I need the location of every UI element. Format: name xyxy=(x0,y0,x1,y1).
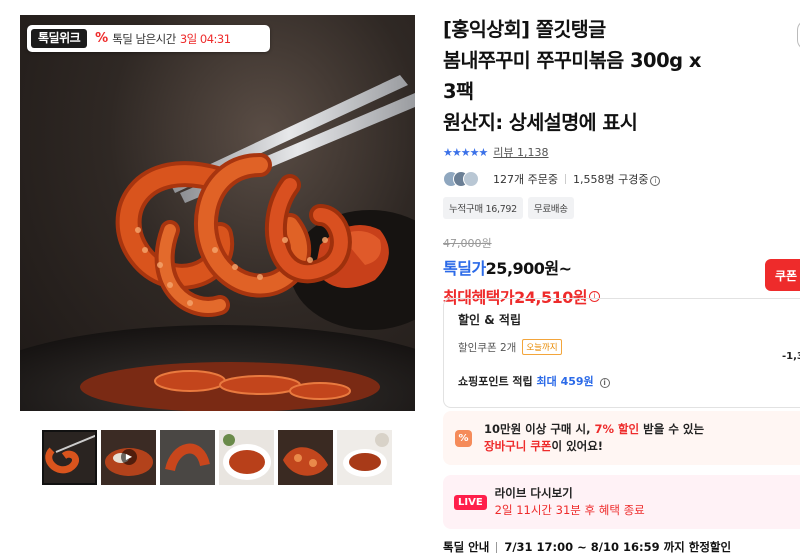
thumbnail-image xyxy=(219,430,274,485)
ordering-count: 127개 주문중 xyxy=(493,173,558,186)
promo-cart-coupon: 장바구니 쿠폰 xyxy=(484,439,552,453)
tag-cumulative-purchase: 누적구매 16,792 xyxy=(443,197,523,219)
point-label: 쇼핑포인트 적립 xyxy=(458,375,533,388)
live-badge: LIVE xyxy=(454,494,487,510)
info-icon[interactable]: i xyxy=(599,378,610,388)
deal-price-label: 톡딜가 xyxy=(443,259,486,278)
live-title: 라이브 다시보기 xyxy=(494,486,573,500)
live-benefit-countdown: 2일 11시간 31분 후 혜택 종료 xyxy=(494,503,645,517)
deal-price-row: 톡딜가 25,900원~ xyxy=(443,255,800,279)
discount-box-title: 할인 & 적립 xyxy=(458,313,521,327)
play-icon: ▶ xyxy=(121,449,137,465)
buyer-avatars xyxy=(443,171,479,187)
review-count-link[interactable]: 리뷰 1,138 xyxy=(493,144,548,160)
coupon-row[interactable]: 할인쿠폰 2개 오늘까지 xyxy=(458,339,800,355)
promo-text-part: 이 있어요! xyxy=(551,439,604,453)
rating-row: ★★★★★ 리뷰 1,138 xyxy=(443,144,800,160)
coupon-discount-amount: -1,3 xyxy=(782,351,800,362)
thumbnail-3[interactable] xyxy=(160,430,215,485)
thumbnail-strip: ▶ xyxy=(42,430,392,485)
product-origin: 원산지: 상세설명에 표시 xyxy=(443,111,638,134)
product-info-panel: [홍익상회] 쫄깃탱글 봄내쭈꾸미 쭈꾸미볶음 300g x 3팩 원산지: 상… xyxy=(443,14,800,554)
discount-points-box: 할인 & 적립 할인쿠폰 2개 오늘까지 -1,3 쇼핑포인트 적립 최대 45… xyxy=(443,298,800,408)
deal-period-row: 톡딜 안내 7/31 17:00 ~ 8/10 16:59 까지 한정할인 xyxy=(443,539,731,555)
deal-period-value: 7/31 17:00 ~ 8/10 16:59 까지 한정할인 xyxy=(504,540,732,554)
thumbnail-2-video[interactable]: ▶ xyxy=(101,430,156,485)
thumbnail-1[interactable] xyxy=(42,430,97,485)
deal-remaining-label: 톡딜 남은시간 xyxy=(112,31,176,46)
thumbnail-5[interactable] xyxy=(278,430,333,485)
promo-text: 10만원 이상 구매 시, 7% 할인 받을 수 있는 장바구니 쿠폰이 있어요… xyxy=(484,421,704,455)
coupon-count-label: 할인쿠폰 2개 xyxy=(458,341,517,354)
divider xyxy=(496,541,498,553)
activity-row: 127개 주문중 1,558명 구경중 i xyxy=(443,170,800,188)
tag-list: 누적구매 16,792 무료배송 xyxy=(443,197,800,219)
coupon-button[interactable]: 쿠폰 xyxy=(765,259,800,291)
thumbnail-6[interactable] xyxy=(337,430,392,485)
thumbnail-image xyxy=(278,430,333,485)
promo-line-1: 10만원 이상 구매 시, 7% 할인 받을 수 있는 xyxy=(484,421,704,438)
deal-remaining-time: 3일 04:31 xyxy=(179,31,231,46)
thumbnail-4[interactable] xyxy=(219,430,274,485)
star-rating-icon: ★★★★★ xyxy=(443,145,488,159)
today-only-tag: 오늘까지 xyxy=(522,339,562,355)
promo-line-2: 장바구니 쿠폰이 있어요! xyxy=(484,438,704,455)
thumbnail-image xyxy=(160,430,215,485)
talkdeal-week-logo: 톡딜위크 xyxy=(31,29,88,48)
product-title-line-1: [홍익상회] 쫄깃탱글 xyxy=(443,18,606,41)
live-text: 라이브 다시보기 2일 11시간 31분 후 혜택 종료 xyxy=(495,485,645,519)
thumbnail-image xyxy=(337,430,392,485)
main-product-image[interactable]: 톡딜위크 % 톡딜 남은시간 3일 04:31 xyxy=(20,15,415,411)
product-title: [홍익상회] 쫄깃탱글 봄내쭈꾸미 쭈꾸미볶음 300g x 3팩 원산지: 상… xyxy=(443,14,783,138)
divider xyxy=(564,174,566,184)
percent-icon: % xyxy=(95,31,109,46)
info-icon[interactable]: i xyxy=(650,176,661,186)
thumbnail-image xyxy=(42,430,97,485)
product-page: 톡딜위크 % 톡딜 남은시간 3일 04:31 ▶ [홍익상회] 쫄깃탱글 봄내… xyxy=(0,0,800,557)
promo-text-part: 받을 수 있는 xyxy=(639,422,705,436)
deal-timer-badge: 톡딜위크 % 톡딜 남은시간 3일 04:31 xyxy=(27,25,270,52)
watching-count-label: 1,558명 구경중 xyxy=(572,173,649,186)
shopping-point-row: 쇼핑포인트 적립 최대 459원 i xyxy=(458,373,800,389)
cart-coupon-promo[interactable]: % 10만원 이상 구매 시, 7% 할인 받을 수 있는 장바구니 쿠폰이 있… xyxy=(443,411,800,465)
tag-free-shipping: 무료배송 xyxy=(527,197,574,219)
octopus-food-illustration xyxy=(20,75,415,411)
deal-period-label: 톡딜 안내 xyxy=(443,540,490,554)
point-max-amount: 최대 459원 xyxy=(536,375,594,388)
avatar xyxy=(463,171,479,187)
watching-count: 1,558명 구경중 i xyxy=(572,171,661,187)
percent-icon: % xyxy=(455,429,472,447)
live-replay-banner[interactable]: LIVE 라이브 다시보기 2일 11시간 31분 후 혜택 종료 xyxy=(443,475,800,529)
original-price: 47,000원 xyxy=(443,237,492,250)
promo-discount-percent: 7% 할인 xyxy=(594,422,640,436)
product-title-line-2: 봄내쭈꾸미 쭈꾸미볶음 300g x xyxy=(443,49,702,72)
promo-text-part: 10만원 이상 구매 시, xyxy=(484,422,595,436)
product-title-line-3: 3팩 xyxy=(443,80,474,103)
deal-price-value: 25,900원~ xyxy=(485,259,572,278)
